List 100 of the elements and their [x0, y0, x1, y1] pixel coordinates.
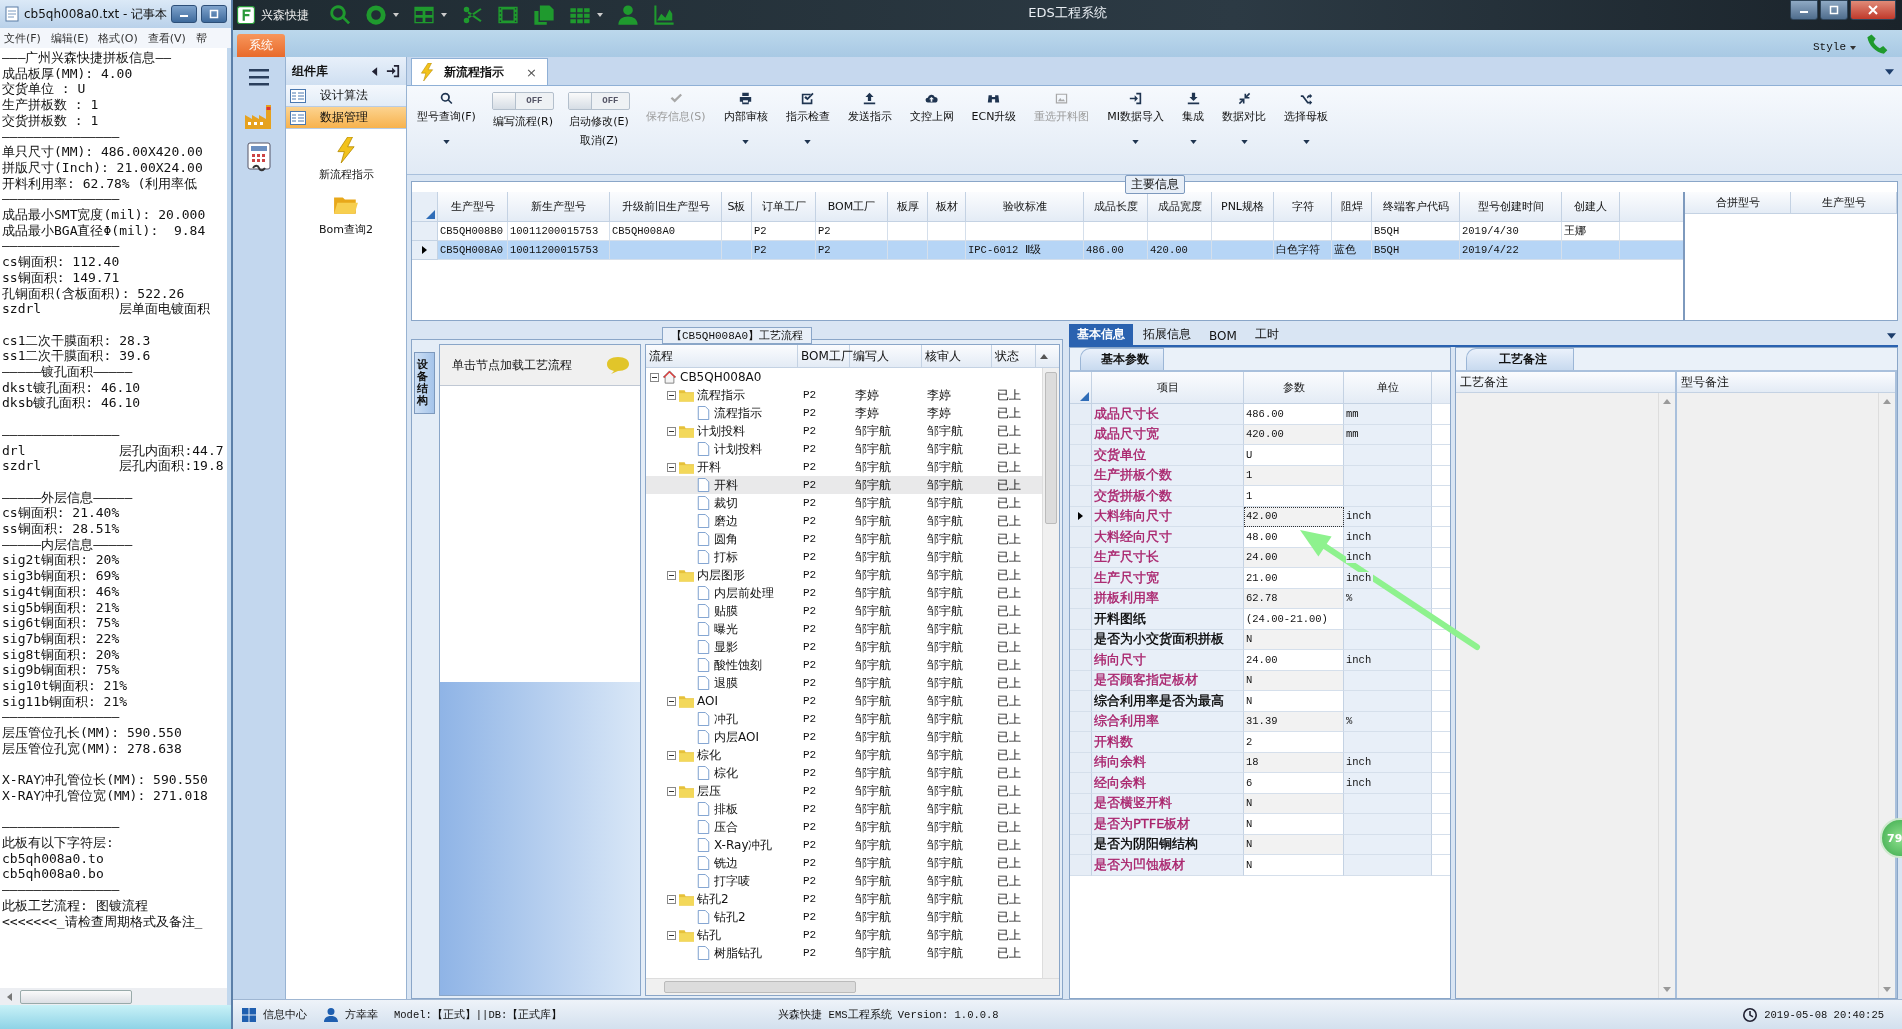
minimize-button[interactable]: [1790, 0, 1818, 20]
tool-button[interactable]: 新流程指示: [318, 137, 374, 182]
column-header[interactable]: 创建人: [1562, 192, 1620, 222]
collapse-icon[interactable]: [667, 894, 676, 904]
maximize-button[interactable]: [1820, 0, 1848, 20]
caret-icon[interactable]: [597, 13, 603, 17]
menu-item[interactable]: 编辑(E): [50, 30, 89, 46]
tree-row[interactable]: 层压 P2 邹宇航 邹宇航 已上: [646, 782, 1042, 800]
tree-row[interactable]: 内层图形 P2 邹宇航 邹宇航 已上: [646, 566, 1042, 584]
column-header[interactable]: 型号创建时间: [1460, 192, 1562, 222]
tree-row[interactable]: 打标 P2 邹宇航 邹宇航 已上: [646, 548, 1042, 566]
sub-tab[interactable]: 基本参数: [1080, 348, 1164, 370]
ribbon-button[interactable]: 发送指示: [845, 90, 894, 148]
tree-row[interactable]: 流程指示 P2 李婷 李婷 已上: [646, 404, 1042, 422]
column-header[interactable]: 生产型号: [438, 192, 508, 222]
caret-icon[interactable]: [393, 13, 399, 17]
menu-item[interactable]: 帮: [195, 30, 207, 46]
collapse-icon[interactable]: [667, 570, 676, 580]
collapse-icon[interactable]: [667, 696, 676, 706]
table-icon[interactable]: [413, 4, 435, 26]
minimize-button[interactable]: [171, 5, 198, 23]
tree-row[interactable]: 磨边 P2 邹宇航 邹宇航 已上: [646, 512, 1042, 530]
ribbon-button[interactable]: 指示检查: [783, 90, 832, 148]
tree-row[interactable]: 内层前处理 P2 邹宇航 邹宇航 已上: [646, 584, 1042, 602]
person-icon[interactable]: [617, 4, 639, 26]
ribbon-button[interactable]: MI数据导入: [1105, 90, 1167, 148]
collapse-icon[interactable]: [667, 426, 676, 436]
tree-row[interactable]: 退膜 P2 邹宇航 邹宇航 已上: [646, 674, 1042, 692]
toggle-switch[interactable]: OFF: [567, 92, 630, 110]
tree-row[interactable]: 钻孔2 P2 邹宇航 邹宇航 已上: [646, 908, 1042, 926]
collapse-icon[interactable]: [667, 786, 676, 796]
collapse-icon[interactable]: [667, 930, 676, 940]
tree-row[interactable]: 计划投料 P2 邹宇航 邹宇航 已上: [646, 440, 1042, 458]
tree-row[interactable]: 打字唛 P2 邹宇航 邹宇航 已上: [646, 872, 1042, 890]
scroll-down-icon[interactable]: [1883, 987, 1891, 992]
phone-icon[interactable]: [1866, 33, 1888, 55]
collapse-icon[interactable]: [667, 462, 676, 472]
collapse-icon[interactable]: [650, 372, 659, 382]
caret-icon[interactable]: [1885, 69, 1894, 75]
tree-row[interactable]: 铣边 P2 邹宇航 邹宇航 已上: [646, 854, 1042, 872]
row-header[interactable]: [1070, 506, 1092, 527]
tree-row[interactable]: 计划投料 P2 邹宇航 邹宇航 已上: [646, 422, 1042, 440]
chart-icon[interactable]: [653, 4, 675, 26]
column-header[interactable]: 成品宽度: [1148, 192, 1212, 222]
menu-item[interactable]: 查看(V): [147, 30, 186, 46]
column-header[interactable]: 生产型号: [1791, 192, 1897, 214]
column-header[interactable]: 板材: [928, 192, 966, 222]
copy-icon[interactable]: [533, 4, 555, 26]
tree-row[interactable]: 内层AOI P2 邹宇航 邹宇航 已上: [646, 728, 1042, 746]
ribbon-button[interactable]: 内部审核: [721, 90, 770, 148]
column-header[interactable]: S板: [722, 192, 752, 222]
tree-row[interactable]: 钻孔 P2 邹宇航 邹宇航 已上: [646, 926, 1042, 944]
caret-icon[interactable]: [1850, 46, 1856, 50]
column-header[interactable]: 阻焊: [1332, 192, 1372, 222]
column-header[interactable]: 状态: [992, 345, 1036, 367]
tree-row[interactable]: 钻孔2 P2 邹宇航 邹宇航 已上: [646, 890, 1042, 908]
menu-item[interactable]: 格式(O): [98, 30, 138, 46]
column-header[interactable]: 终端客户代码: [1372, 192, 1460, 222]
column-header[interactable]: 板厚: [888, 192, 928, 222]
column-header[interactable]: BOM工厂: [816, 192, 888, 222]
tree-row[interactable]: AOI P2 邹宇航 邹宇航 已上: [646, 692, 1042, 710]
ribbon-button[interactable]: 数据对比: [1220, 90, 1269, 148]
ribbon-button[interactable]: ECN升级: [969, 90, 1019, 148]
scroll-thumb[interactable]: [20, 989, 132, 1004]
tree-row[interactable]: 曝光 P2 邹宇航 邹宇航 已上: [646, 620, 1042, 638]
cancel-label[interactable]: 取消(Z): [579, 133, 618, 148]
column-header[interactable]: 合拼型号: [1685, 192, 1791, 214]
column-header[interactable]: 流程: [646, 345, 798, 367]
ribbon-button[interactable]: 型号查询(F): [415, 90, 478, 148]
search-icon[interactable]: [329, 4, 351, 26]
column-header[interactable]: PNL规格: [1212, 192, 1274, 222]
tree-row[interactable]: 棕化 P2 邹宇航 邹宇航 已上: [646, 746, 1042, 764]
scroll-down-icon[interactable]: [1662, 987, 1671, 992]
tree-row[interactable]: 裁切 P2 邹宇航 邹宇航 已上: [646, 494, 1042, 512]
tab[interactable]: 基本信息: [1069, 324, 1133, 345]
side-tab[interactable]: 设备结构: [414, 352, 435, 415]
lifebuoy-icon[interactable]: [365, 4, 387, 26]
close-button[interactable]: [1850, 0, 1896, 20]
tree-row[interactable]: 开料 P2 邹宇航 邹宇航 已上: [646, 458, 1042, 476]
pin-icon[interactable]: [386, 64, 400, 78]
tab[interactable]: BOM: [1201, 327, 1245, 345]
sub-tab[interactable]: 工艺备注: [1466, 348, 1574, 370]
collapse-icon[interactable]: [667, 390, 676, 400]
ribbon-button[interactable]: 选择母板: [1282, 90, 1331, 148]
scroll-thumb[interactable]: [664, 981, 856, 993]
column-header[interactable]: 成品长度: [1084, 192, 1148, 222]
tree-row[interactable]: 显影 P2 邹宇航 邹宇航 已上: [646, 638, 1042, 656]
vertical-scrollbar[interactable]: [1042, 368, 1059, 978]
caret-icon[interactable]: [1887, 333, 1896, 339]
tree-row[interactable]: 压合 P2 邹宇航 邹宇航 已上: [646, 818, 1042, 836]
ribbon-button[interactable]: 文控上网: [907, 90, 956, 148]
tree-row[interactable]: 排板 P2 邹宇航 邹宇航 已上: [646, 800, 1042, 818]
toggle-switch[interactable]: OFF: [491, 92, 554, 110]
horizontal-scrollbar[interactable]: [646, 978, 1059, 995]
column-header[interactable]: 升级前旧生产型号: [610, 192, 722, 222]
tree-row[interactable]: CB5QH008A0: [646, 368, 1042, 386]
table-row[interactable]: CB5QH008A0 10011200015753 P2 P2 IPC-6012 Ⅱ级 486.00 420.00 白色字符 蓝色 B5QH 2019/4/22: [412, 241, 1683, 260]
ribbon-button[interactable]: 集成: [1180, 90, 1207, 148]
scroll-up-icon[interactable]: [1040, 353, 1048, 359]
column-header[interactable]: 核审人: [922, 345, 992, 367]
